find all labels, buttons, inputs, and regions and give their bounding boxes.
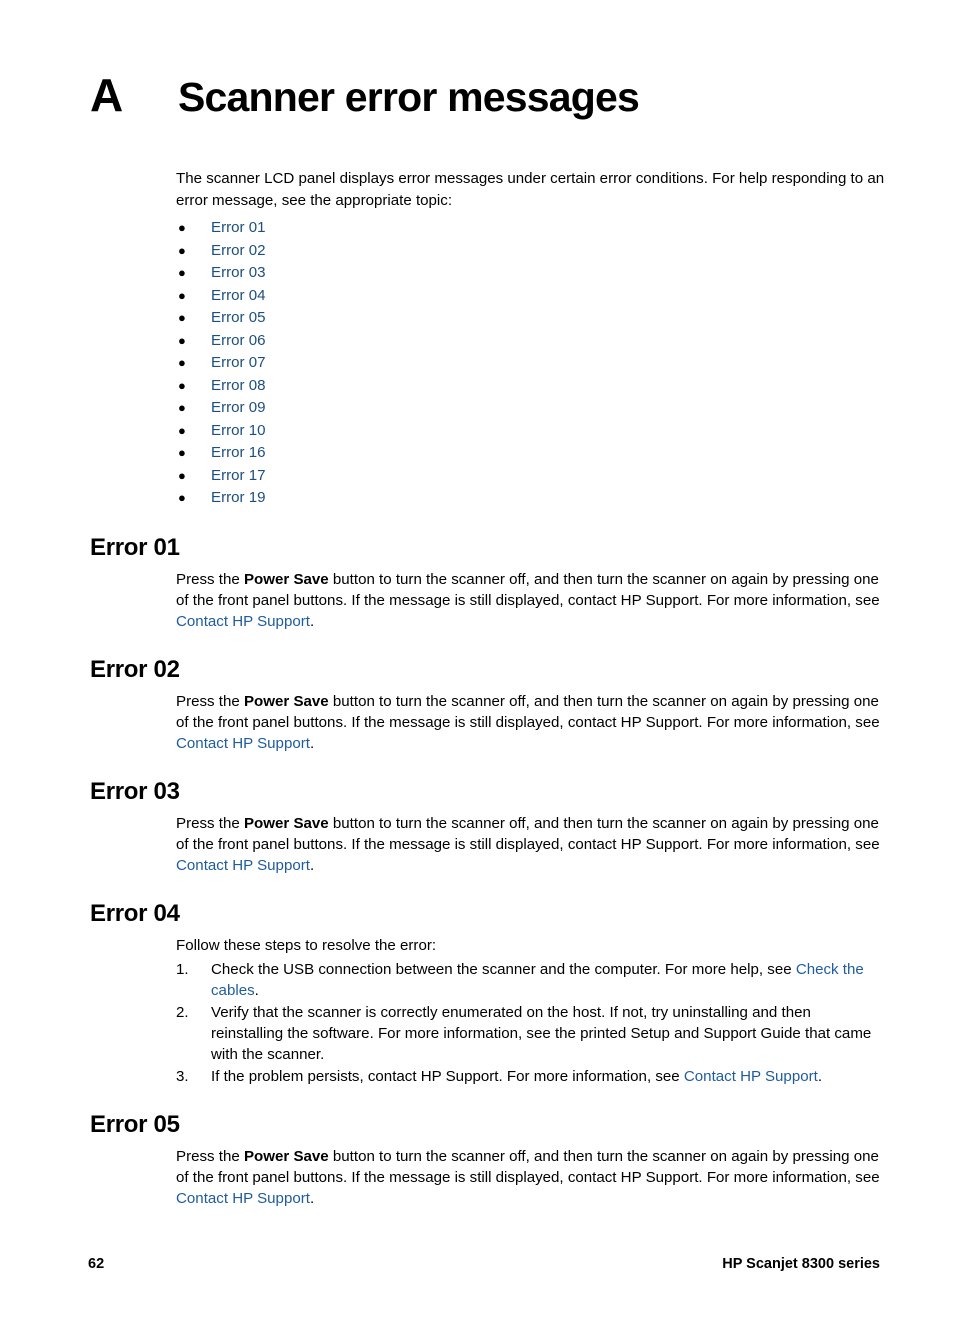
section-error-01: Error 01 Press the Power Save button to … [90, 534, 885, 632]
bullet-icon: ● [178, 355, 186, 370]
list-item[interactable]: ● Error 05 [90, 307, 885, 330]
text-lead: Press the [176, 692, 244, 710]
emphasis-power-save: Power Save [243, 1147, 329, 1165]
section-error-02: Error 02 Press the Power Save button to … [90, 656, 885, 754]
list-item[interactable]: ● Error 08 [90, 375, 885, 398]
section-paragraph: Press the Power Save button to turn the … [176, 813, 885, 876]
page-title: Scanner error messages [178, 74, 640, 120]
page-content: The scanner LCD panel displays error mes… [90, 168, 885, 1209]
emphasis-power-save: Power Save [243, 814, 329, 832]
error-topic-list: ● Error 01 ● Error 02 ● Error 03 ● Error… [90, 217, 885, 510]
bullet-icon: ● [178, 287, 186, 303]
link-error-03[interactable]: Error 03 [211, 264, 266, 281]
list-item[interactable]: ● Error 10 [90, 420, 885, 443]
link-contact-hp-support[interactable]: Contact HP Support [176, 613, 310, 630]
text-lead: Press the [176, 570, 244, 588]
list-item[interactable]: ● Error 07 [90, 352, 885, 375]
link-error-19[interactable]: Error 19 [211, 489, 266, 506]
section-heading: Error 05 [90, 1110, 180, 1138]
link-error-05[interactable]: Error 05 [211, 309, 266, 326]
emphasis-power-save: Power Save [243, 692, 329, 710]
steps-lead-in: Follow these steps to resolve the error: [176, 936, 437, 954]
step-text-tail: . [254, 981, 259, 999]
section-heading: Error 02 [90, 655, 180, 683]
list-item[interactable]: ● Error 03 [90, 262, 885, 285]
bullet-icon: ● [178, 400, 186, 415]
bullet-icon: ● [178, 490, 186, 505]
list-item[interactable]: ● Error 09 [90, 397, 885, 420]
product-name: HP Scanjet 8300 series [722, 1256, 880, 1272]
chapter-letter: A [90, 69, 123, 121]
step-number: 2. [176, 1003, 189, 1021]
list-item[interactable]: ● Error 01 [90, 217, 885, 240]
step-number: 1. [176, 960, 189, 978]
bullet-icon: ● [178, 332, 186, 348]
list-item[interactable]: ● Error 17 [90, 465, 885, 488]
text-tail: . [309, 734, 315, 752]
bullet-icon: ● [178, 220, 186, 235]
step-item: 2. Verify that the scanner is correctly e… [176, 1002, 885, 1065]
section-heading: Error 04 [90, 899, 180, 927]
text-lead: Press the [176, 1147, 244, 1165]
section-body: Follow these steps to resolve the error:… [176, 935, 885, 1087]
bullet-icon: ● [178, 422, 186, 438]
text-tail: . [309, 856, 315, 874]
link-error-09[interactable]: Error 09 [211, 399, 266, 416]
list-item[interactable]: ● Error 02 [90, 240, 885, 263]
link-error-02[interactable]: Error 02 [211, 242, 266, 259]
link-error-10[interactable]: Error 10 [211, 422, 266, 439]
list-item[interactable]: ● Error 16 [90, 442, 885, 465]
section-heading: Error 01 [90, 533, 180, 561]
step-text: Check the USB connection between the sca… [211, 960, 796, 978]
resolution-steps-list: 1. Check the USB connection between the s… [176, 959, 885, 1087]
step-text-tail: . [817, 1067, 823, 1085]
text-tail: . [309, 612, 315, 630]
link-error-08[interactable]: Error 08 [211, 377, 266, 394]
section-body: Press the Power Save button to turn the … [176, 691, 885, 754]
list-item[interactable]: ● Error 06 [90, 330, 885, 353]
intro-paragraph: The scanner LCD panel displays error mes… [176, 170, 885, 209]
bullet-icon: ● [178, 265, 186, 280]
emphasis-power-save: Power Save [243, 570, 329, 588]
section-error-04: Error 04 Follow these steps to resolve t… [90, 900, 885, 1087]
step-number: 3. [176, 1067, 189, 1085]
section-paragraph: Press the Power Save button to turn the … [176, 691, 885, 754]
section-error-05: Error 05 Press the Power Save button to … [90, 1111, 885, 1209]
step-text: If the problem persists, contact HP Supp… [211, 1067, 684, 1085]
section-paragraph: Press the Power Save button to turn the … [176, 1146, 885, 1209]
page-footer: 62 HP Scanjet 8300 series [88, 1256, 880, 1272]
link-error-01[interactable]: Error 01 [211, 219, 266, 236]
link-error-17[interactable]: Error 17 [211, 467, 266, 484]
step-item: 1. Check the USB connection between the s… [176, 959, 885, 1001]
link-error-07[interactable]: Error 07 [211, 354, 266, 371]
section-error-03: Error 03 Press the Power Save button to … [90, 778, 885, 876]
link-error-04[interactable]: Error 04 [211, 287, 266, 304]
bullet-icon: ● [178, 445, 186, 460]
section-paragraph: Press the Power Save button to turn the … [176, 569, 885, 632]
chapter-heading: A Scanner error messages [90, 72, 890, 118]
step-item: 3. If the problem persists, contact HP Su… [176, 1066, 885, 1087]
section-body: Press the Power Save button to turn the … [176, 813, 885, 876]
link-contact-hp-support[interactable]: Contact HP Support [684, 1068, 818, 1085]
step-text: Verify that the scanner is correctly enu… [211, 1003, 872, 1063]
bullet-icon: ● [178, 242, 186, 258]
section-heading: Error 03 [90, 777, 180, 805]
link-contact-hp-support[interactable]: Contact HP Support [176, 735, 310, 752]
link-error-06[interactable]: Error 06 [211, 332, 266, 349]
link-contact-hp-support[interactable]: Contact HP Support [176, 1190, 310, 1207]
list-item[interactable]: ● Error 04 [90, 285, 885, 308]
link-contact-hp-support[interactable]: Contact HP Support [176, 857, 310, 874]
bullet-icon: ● [178, 467, 186, 483]
document-page: A Scanner error messages The scanner LCD… [0, 0, 954, 1321]
text-tail: . [309, 1189, 315, 1207]
section-body: Press the Power Save button to turn the … [176, 1146, 885, 1209]
page-number: 62 [88, 1256, 105, 1272]
bullet-icon: ● [178, 310, 186, 325]
list-item[interactable]: ● Error 19 [90, 487, 885, 510]
bullet-icon: ● [178, 377, 186, 393]
section-body: Press the Power Save button to turn the … [176, 569, 885, 632]
text-lead: Press the [176, 814, 244, 832]
link-error-16[interactable]: Error 16 [211, 444, 266, 461]
